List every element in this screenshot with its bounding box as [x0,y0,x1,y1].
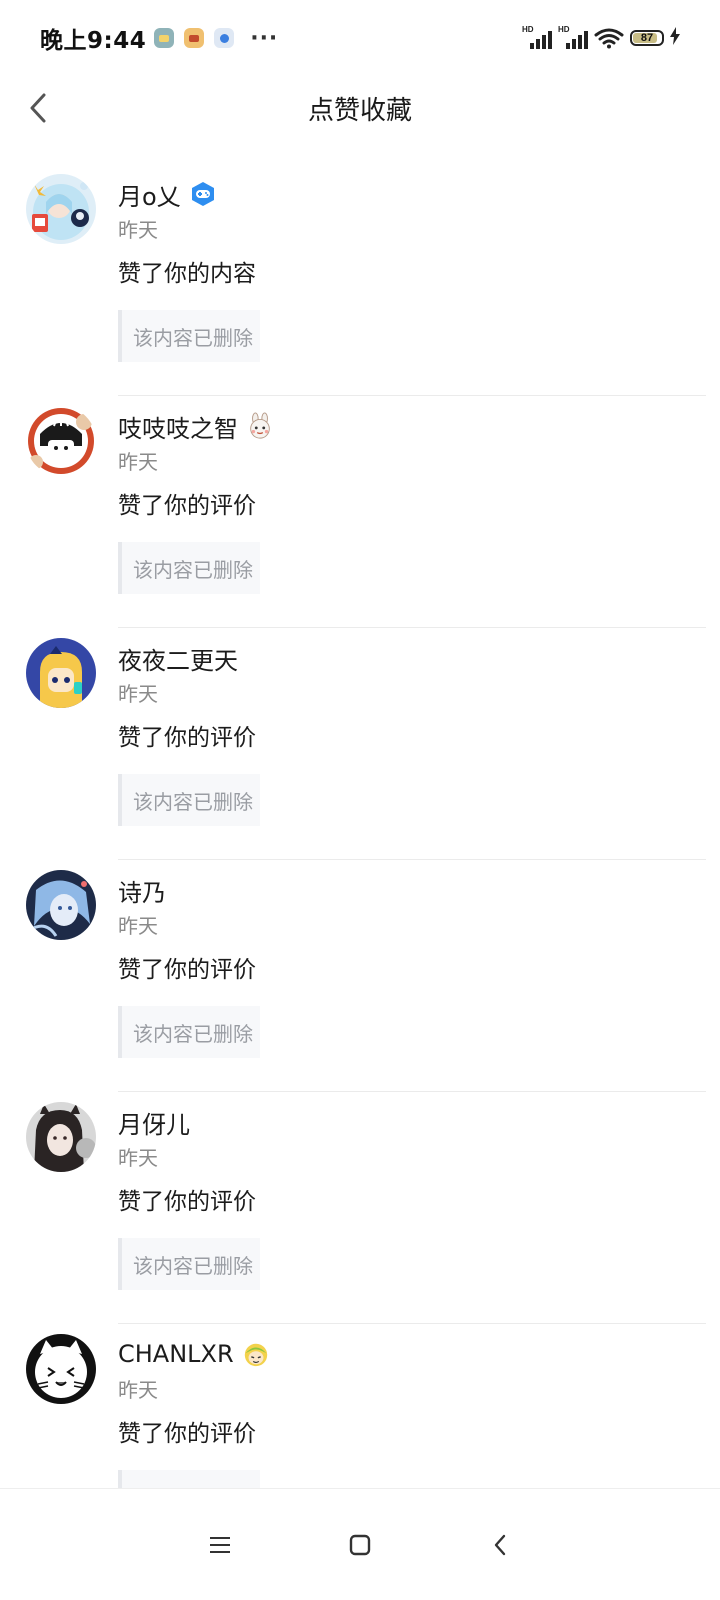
back-icon [494,1534,506,1555]
home-icon [349,1534,371,1555]
user-name[interactable]: 诗乃 [118,873,166,908]
avatar[interactable] [26,174,96,244]
status-time: 晚上9:44 [40,28,147,54]
cell-signal-icon: HD [522,25,552,49]
chevron-left-icon [30,93,46,123]
action-text: 赞了你的评价 [118,493,256,519]
quoted-content[interactable]: 该内容已删除 [118,1238,260,1290]
menu-button[interactable] [200,1525,240,1565]
page-header: 点赞收藏 [0,76,720,140]
timestamp: 昨天 [118,1146,158,1170]
avatar[interactable] [26,406,96,476]
list-item[interactable]: 吱吱吱之智 昨天 赞了你的评价 该内容已删除 [0,396,720,628]
quoted-content-text: 该内容已删除 [133,557,253,582]
action-text: 赞了你的内容 [118,261,256,287]
action-text: 赞了你的评价 [118,725,256,751]
timestamp: 昨天 [118,1378,158,1402]
user-name[interactable]: 月伢儿 [118,1105,190,1140]
user-name[interactable]: CHANLXR [118,1340,234,1368]
game-controller-badge-icon [189,180,217,208]
timestamp: 昨天 [118,218,158,242]
app-notification-icon [154,28,175,48]
quoted-content[interactable]: 该内容已删除 [118,542,260,594]
action-text: 赞了你的评价 [118,957,256,983]
list-item[interactable]: 月o乂 昨天 赞了你的内容 该内容已删除 [0,164,720,396]
page-title: 点赞收藏 [307,95,412,126]
timestamp: 昨天 [118,450,158,474]
blonde-character-sticker-icon [242,1340,270,1368]
avatar[interactable] [26,1334,96,1404]
list-item[interactable]: 月伢儿 昨天 赞了你的评价 该内容已删除 [0,1092,720,1324]
app-notification-icon [214,28,235,48]
status-indicators: HD HD 87 [522,25,680,49]
timestamp: 昨天 [118,914,158,938]
avatar[interactable] [26,1102,96,1172]
quoted-content-text: 该内容已删除 [133,789,253,814]
action-text: 赞了你的评价 [118,1189,256,1215]
quoted-content[interactable]: 该内容已删除 [118,774,260,826]
app-notification-icon [184,28,205,48]
more-notifications-icon: ··· [250,25,279,51]
wifi-icon [594,27,624,49]
quoted-content-text: 该内容已删除 [133,325,253,350]
quoted-content[interactable]: 该内容已删除 [118,1006,260,1058]
system-navigation-bar [0,1488,720,1600]
list-item[interactable]: 夜夜二更天 昨天 赞了你的评价 该内容已删除 [0,628,720,860]
quoted-content-text: 该内容已删除 [133,1253,253,1278]
battery-icon: 87 [630,30,664,46]
action-text: 赞了你的评价 [118,1421,256,1447]
status-bar: 晚上9:44 ··· HD HD 87 [0,0,720,76]
menu-icon [210,1536,230,1553]
user-name[interactable]: 吱吱吱之智 [118,409,238,444]
system-back-button[interactable] [480,1525,520,1565]
home-button[interactable] [340,1525,380,1565]
quoted-content-text: 该内容已删除 [133,1021,253,1046]
list-item[interactable]: 诗乃 昨天 赞了你的评价 该内容已删除 [0,860,720,1092]
charging-icon [670,27,680,49]
bunny-sticker-icon [246,412,274,440]
avatar[interactable] [26,870,96,940]
notification-list: 月o乂 昨天 赞了你的内容 该内容已删除 吱吱吱之智 昨天 赞了你的评价 该内容… [0,164,720,1556]
notification-icons: ··· [154,26,278,51]
quoted-content[interactable]: 该内容已删除 [118,310,260,362]
cell-signal-icon: HD [558,25,588,49]
timestamp: 昨天 [118,682,158,706]
user-name[interactable]: 月o乂 [118,177,181,212]
back-button[interactable] [20,90,56,126]
user-name[interactable]: 夜夜二更天 [118,641,238,676]
avatar[interactable] [26,638,96,708]
